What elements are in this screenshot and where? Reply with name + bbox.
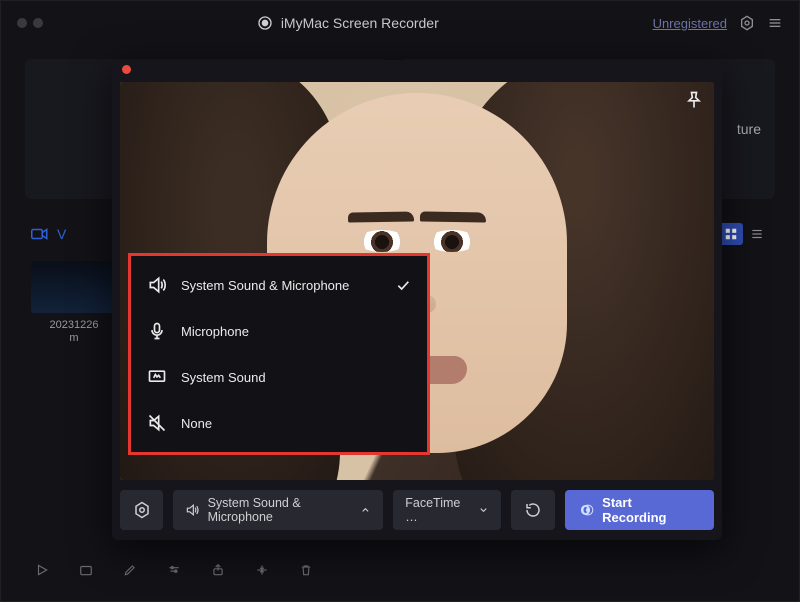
camera-select[interactable]: FaceTime … <box>393 490 501 530</box>
folder-icon[interactable] <box>79 563 93 577</box>
audio-option-microphone[interactable]: Microphone <box>131 309 427 353</box>
start-recording-label: Start Recording <box>602 495 698 525</box>
system-sound-icon <box>147 367 167 387</box>
speaker-loud-icon <box>147 275 167 295</box>
app-title: iMyMac Screen Recorder <box>43 15 653 31</box>
trash-icon[interactable] <box>299 563 313 577</box>
reset-button[interactable] <box>511 490 554 530</box>
window-controls[interactable] <box>17 18 43 28</box>
audio-source-select[interactable]: System Sound & Microphone <box>173 490 383 530</box>
audio-option-system-sound[interactable]: System Sound <box>131 355 427 399</box>
recording-thumbnail[interactable]: 20231226 m <box>31 261 117 345</box>
recorder-titlebar <box>112 60 722 82</box>
hamburger-icon[interactable] <box>767 15 783 31</box>
audio-source-label: System Sound & Microphone <box>208 496 353 524</box>
thumbnail-image <box>31 261 117 313</box>
unregistered-link[interactable]: Unregistered <box>653 16 727 31</box>
app-title-text: iMyMac Screen Recorder <box>281 15 439 31</box>
camcorder-icon <box>31 227 49 241</box>
menu-item-label: None <box>181 416 212 431</box>
recorder-close-dot[interactable] <box>122 65 131 74</box>
share-icon[interactable] <box>211 563 225 577</box>
mode-label: ture <box>737 121 761 137</box>
recorder-controls: System Sound & Microphone FaceTime … Sta… <box>112 480 722 540</box>
mute-icon <box>147 413 167 433</box>
compress-icon[interactable] <box>255 563 269 577</box>
menu-item-label: System Sound <box>181 370 266 385</box>
library-tab-label[interactable]: V <box>57 226 66 242</box>
bottom-toolbar <box>35 563 313 577</box>
audio-source-menu: System Sound & Microphone Microphone Sys… <box>128 253 430 455</box>
audio-option-system-and-mic[interactable]: System Sound & Microphone <box>131 263 427 307</box>
camera-select-label: FaceTime … <box>405 496 470 524</box>
check-icon <box>395 277 411 293</box>
menu-item-label: System Sound & Microphone <box>181 278 349 293</box>
microphone-icon <box>147 321 167 341</box>
grid-view-button[interactable] <box>719 223 743 245</box>
play-icon[interactable] <box>35 563 49 577</box>
audio-option-none[interactable]: None <box>131 401 427 445</box>
thumbnail-label: 20231226 m <box>50 319 99 345</box>
speaker-icon <box>185 502 199 518</box>
pin-icon[interactable] <box>684 90 704 110</box>
list-view-button[interactable] <box>745 223 769 245</box>
menu-item-label: Microphone <box>181 324 249 339</box>
close-dot[interactable] <box>17 18 27 28</box>
record-icon <box>257 15 273 31</box>
filter-icon[interactable] <box>167 563 181 577</box>
start-recording-button[interactable]: Start Recording <box>565 490 714 530</box>
chevron-down-icon <box>478 504 489 516</box>
edit-icon[interactable] <box>123 563 137 577</box>
minimize-dot[interactable] <box>33 18 43 28</box>
view-toggle <box>719 223 769 245</box>
settings-icon[interactable] <box>739 15 755 31</box>
chevron-up-icon <box>360 504 371 516</box>
record-circle-icon <box>582 504 594 516</box>
recorder-settings-button[interactable] <box>120 490 163 530</box>
title-bar: iMyMac Screen Recorder Unregistered <box>1 1 799 45</box>
